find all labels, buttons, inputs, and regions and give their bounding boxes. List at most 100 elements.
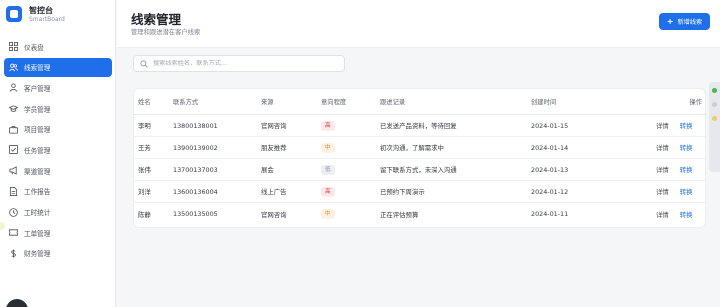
floating-toolbar[interactable] (709, 82, 720, 172)
row-actions: 详情 转换 (656, 137, 702, 158)
intent-badge: 中 (321, 209, 335, 219)
sidebar-item-dashboard[interactable]: 仪表盘 (4, 37, 112, 56)
page-header: 线索管理 管理和跟进潜在客户线索 + 新增线索 (117, 0, 720, 48)
sidebar-item-students[interactable]: 学员管理 (4, 99, 112, 118)
intent-cell: 高 (321, 115, 335, 136)
lead-source: 官网咨询 (261, 122, 287, 130)
intent-cell: 中 (321, 137, 335, 158)
sidebar-item-leads[interactable]: 线索管理 (4, 57, 112, 77)
sidebar-item-label: 仪表盘 (24, 43, 44, 52)
sidebar-item-label: 工单管理 (24, 229, 51, 238)
column-header-phone[interactable]: 联系方式 (173, 89, 198, 114)
row-actions: 详情 转换 (656, 181, 702, 202)
column-header-source[interactable]: 来源 (261, 89, 274, 114)
convert-link[interactable]: 转换 (680, 210, 693, 219)
sidebar-item-label: 学员管理 (24, 105, 51, 114)
lead-source: 线上广告 (261, 188, 287, 196)
lead-name: 陈静 (138, 210, 151, 219)
sidebar-item-label: 项目管理 (24, 126, 51, 135)
row-actions: 详情 转换 (656, 159, 702, 180)
sidebar-item-channels[interactable]: 渠道管理 (4, 161, 112, 180)
row-actions: 详情 转换 (656, 203, 702, 225)
table-row[interactable]: 陈静 13500135005 官网咨询 中 正在评估预算 2024-01-11 … (134, 203, 707, 225)
search-box[interactable] (133, 55, 345, 72)
lead-name: 王芳 (138, 144, 151, 152)
table-row[interactable]: 李明 13800138001 官网咨询 高 已发送产品资料，等待回复 2024-… (134, 115, 707, 137)
intent-cell: 中 (321, 203, 335, 225)
table-row[interactable]: 刘洋 13600136004 线上广告 高 已预约下周演示 2024-01-12… (134, 181, 707, 203)
intent-badge: 高 (321, 186, 335, 197)
page-subtitle: 管理和跟进潜在客户线索 (131, 29, 201, 36)
lead-source: 官网咨询 (261, 210, 287, 219)
table-header-row: 姓名 联系方式 来源 意向程度 跟进记录 创建时间 操作 (134, 89, 707, 115)
sidebar-item-label: 线索管理 (24, 64, 51, 73)
brand[interactable]: 智控台 SmartBoard (6, 5, 112, 29)
detail-link[interactable]: 详情 (656, 121, 669, 130)
sidebar-item-tasks[interactable]: 任务管理 (4, 140, 112, 159)
row-actions: 详情 转换 (656, 115, 702, 136)
sidebar-item-label: 任务管理 (24, 146, 51, 155)
search-input[interactable] (153, 60, 333, 67)
lead-created: 2024-01-11 (531, 210, 569, 218)
toolbar-dot-icon (712, 116, 717, 121)
table-row[interactable]: 王芳 13900139002 朋友推荐 中 初次沟通，了解需求中 2024-01… (134, 137, 707, 159)
users-icon (8, 62, 18, 72)
brand-logo-icon (6, 6, 22, 22)
checklist-icon (8, 145, 18, 155)
lead-follow-up: 已预约下周演示 (380, 188, 425, 196)
brand-subtitle: SmartBoard (29, 16, 65, 23)
plus-icon: + (666, 17, 674, 26)
sidebar-nav: 仪表盘 线索管理 客户管理 学员管理 项目管理 任务管理 渠道管理 工作报告 工… (4, 37, 112, 265)
page-title: 线索管理 (131, 12, 182, 27)
user-icon (8, 83, 18, 93)
sidebar-item-label: 工时统计 (24, 209, 51, 217)
convert-link[interactable]: 转换 (680, 165, 693, 174)
toolbar-dot-icon (712, 102, 717, 107)
brand-name: 智控台 (29, 6, 53, 15)
convert-link[interactable]: 转换 (680, 143, 693, 152)
leads-table: 姓名 联系方式 来源 意向程度 跟进记录 创建时间 操作 李明 13800138… (133, 88, 707, 228)
dollar-icon (8, 248, 18, 258)
sidebar-item-finance[interactable]: 财务管理 (4, 244, 112, 263)
megaphone-icon (8, 166, 18, 176)
lead-phone: 13700137003 (173, 165, 218, 174)
column-header-created[interactable]: 创建时间 (531, 89, 556, 114)
detail-link[interactable]: 详情 (656, 165, 669, 174)
column-header-name[interactable]: 姓名 (138, 89, 151, 114)
lead-name: 刘洋 (138, 188, 151, 196)
convert-link[interactable]: 转换 (680, 121, 693, 130)
lead-source: 展会 (261, 166, 274, 174)
convert-link[interactable]: 转换 (680, 187, 693, 196)
lead-name: 张伟 (138, 166, 151, 174)
lead-follow-up: 留下联系方式，未深入沟通 (380, 166, 457, 174)
status-dot-icon (712, 88, 717, 93)
detail-link[interactable]: 详情 (656, 210, 669, 219)
column-header-intent[interactable]: 意向程度 (321, 89, 346, 114)
intent-badge: 中 (321, 142, 335, 153)
sidebar: 智控台 SmartBoard 仪表盘 线索管理 客户管理 学员管理 项目管理 任… (0, 0, 116, 307)
lead-follow-up: 初次沟通，了解需求中 (380, 144, 444, 152)
lead-source: 朋友推荐 (261, 144, 287, 152)
lead-created: 2024-01-14 (531, 143, 569, 152)
column-header-follow[interactable]: 跟进记录 (380, 89, 405, 114)
lead-name: 李明 (138, 122, 151, 130)
add-lead-button[interactable]: + 新增线索 (659, 13, 710, 30)
sidebar-item-reports[interactable]: 工作报告 (4, 182, 112, 201)
sidebar-item-label: 财务管理 (24, 250, 51, 259)
sidebar-item-tickets[interactable]: 工单管理 (4, 223, 112, 242)
lead-phone: 13600136004 (173, 187, 218, 196)
detail-link[interactable]: 详情 (656, 143, 669, 152)
lead-follow-up: 正在评估预算 (380, 210, 419, 219)
intent-cell: 高 (321, 181, 335, 202)
lead-created: 2024-01-12 (531, 187, 569, 196)
detail-link[interactable]: 详情 (656, 187, 669, 196)
sidebar-item-customers[interactable]: 客户管理 (4, 78, 112, 97)
avatar[interactable] (6, 299, 28, 307)
search-icon (140, 59, 148, 68)
intent-badge: 高 (321, 120, 335, 131)
sidebar-item-timesheet[interactable]: 工时统计 (4, 203, 112, 222)
table-row[interactable]: 张伟 13700137003 展会 低 留下联系方式，未深入沟通 2024-01… (134, 159, 707, 181)
graduation-cap-icon (8, 104, 18, 114)
briefcase-icon (8, 124, 18, 134)
sidebar-item-projects[interactable]: 项目管理 (4, 120, 112, 139)
